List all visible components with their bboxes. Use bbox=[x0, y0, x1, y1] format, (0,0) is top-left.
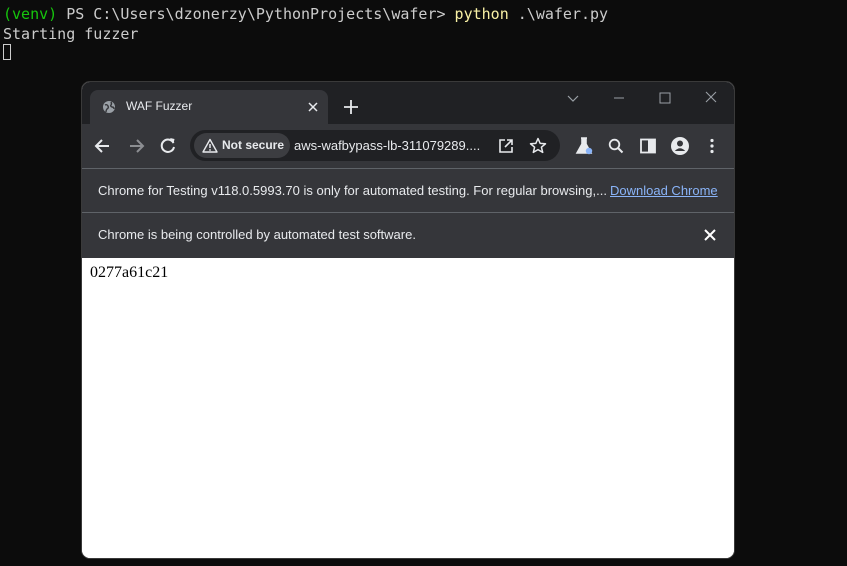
download-chrome-link[interactable]: Download Chrome bbox=[610, 183, 718, 198]
share-icon[interactable] bbox=[496, 136, 516, 156]
tab-close-icon[interactable] bbox=[305, 99, 321, 115]
testing-notice-text: Chrome for Testing v118.0.5993.70 is onl… bbox=[98, 183, 607, 198]
kebab-menu-icon[interactable] bbox=[702, 136, 722, 156]
back-arrow-icon[interactable] bbox=[93, 136, 113, 156]
terminal-prompt-line: (venv) PS C:\Users\dzonerzy\PythonProjec… bbox=[3, 4, 608, 24]
automation-notice-text: Chrome is being controlled by automated … bbox=[98, 227, 416, 242]
globe-icon bbox=[103, 101, 115, 113]
chevron-down-icon[interactable] bbox=[563, 90, 583, 106]
minimize-icon[interactable] bbox=[609, 90, 629, 106]
browser-window[interactable]: WAF Fuzzer Not secure aws-wafbypass-lb-3… bbox=[82, 82, 734, 558]
infobar-close-icon[interactable] bbox=[702, 227, 718, 243]
security-chip[interactable]: Not secure bbox=[194, 133, 290, 158]
side-panel-icon[interactable] bbox=[638, 136, 658, 156]
command-argument: .\wafer.py bbox=[508, 5, 609, 23]
browser-toolbar: Not secure aws-wafbypass-lb-311079289...… bbox=[82, 124, 734, 168]
tab-strip: WAF Fuzzer bbox=[82, 82, 734, 124]
new-tab-plus-icon[interactable] bbox=[342, 98, 360, 116]
window-close-icon[interactable] bbox=[701, 90, 721, 106]
terminal-output-line: Starting fuzzer bbox=[3, 25, 139, 43]
warning-triangle-icon bbox=[202, 138, 218, 153]
prompt-path: PS C:\Users\dzonerzy\PythonProjects\wafe… bbox=[57, 5, 455, 23]
automation-infobar: Chrome is being controlled by automated … bbox=[82, 212, 734, 258]
search-icon[interactable] bbox=[606, 136, 626, 156]
forward-arrow-icon[interactable] bbox=[126, 136, 146, 156]
url-text[interactable]: aws-wafbypass-lb-311079289.... bbox=[294, 138, 480, 153]
address-bar[interactable]: Not secure aws-wafbypass-lb-311079289...… bbox=[190, 130, 560, 161]
page-body-text: 0277a61c21 bbox=[90, 264, 169, 281]
command-name: python bbox=[454, 5, 509, 23]
terminal-cursor bbox=[3, 44, 11, 60]
testing-infobar: Chrome for Testing v118.0.5993.70 is onl… bbox=[82, 168, 734, 213]
profile-avatar-icon[interactable] bbox=[670, 136, 690, 156]
reload-icon[interactable] bbox=[158, 136, 178, 156]
maximize-icon[interactable] bbox=[655, 90, 675, 106]
not-secure-label: Not secure bbox=[222, 138, 285, 152]
bookmark-star-icon[interactable] bbox=[528, 136, 548, 156]
tab-title: WAF Fuzzer bbox=[126, 99, 193, 113]
venv-indicator: (venv) bbox=[3, 5, 58, 23]
tab-waf-fuzzer[interactable]: WAF Fuzzer bbox=[90, 90, 328, 124]
page-content: 0277a61c21 bbox=[82, 259, 734, 558]
chrome-labs-flask-icon[interactable] bbox=[574, 136, 594, 156]
